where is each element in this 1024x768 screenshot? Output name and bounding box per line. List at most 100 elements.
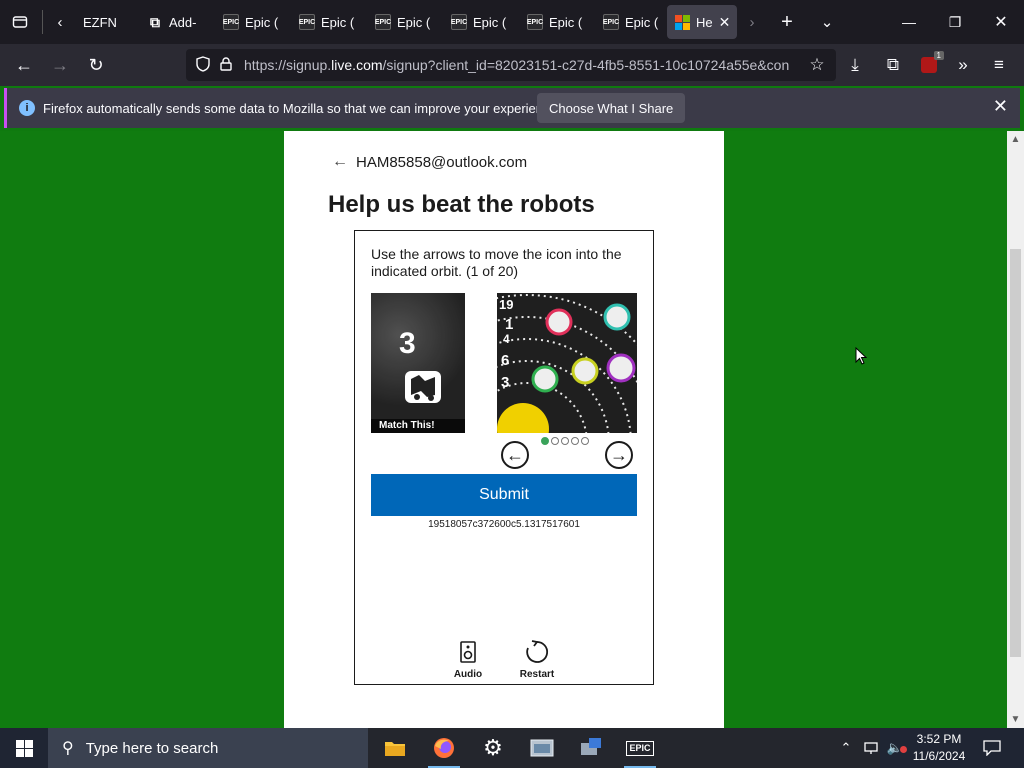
tab-label: Epic ( bbox=[473, 14, 507, 30]
epic-games-icon: EPIC bbox=[603, 14, 619, 30]
progress-dot bbox=[581, 437, 589, 445]
tab-ezfn[interactable]: EZFN bbox=[75, 5, 139, 39]
taskbar-app-window[interactable] bbox=[518, 728, 566, 768]
volume-muted-icon: 🔈 bbox=[887, 740, 908, 756]
captcha-instructions: Use the arrows to move the icon into the… bbox=[371, 246, 622, 279]
firefox-view-button[interactable] bbox=[0, 0, 40, 44]
epic-games-icon: EPIC bbox=[527, 14, 543, 30]
close-window-button[interactable]: ✕ bbox=[978, 0, 1024, 44]
start-button[interactable] bbox=[0, 728, 48, 768]
info-icon: i bbox=[19, 100, 35, 116]
reload-button[interactable]: ↻ bbox=[78, 49, 114, 81]
tab-epic-4[interactable]: EPIC Epic ( bbox=[443, 5, 519, 39]
epic-games-icon: EPIC bbox=[375, 14, 391, 30]
tab-epic-6[interactable]: EPIC Epic ( bbox=[595, 5, 665, 39]
speaker-icon bbox=[438, 639, 498, 665]
choose-what-i-share-button[interactable]: Choose What I Share bbox=[537, 93, 686, 123]
tab-label: Add- bbox=[169, 14, 197, 30]
tab-divider bbox=[42, 10, 43, 34]
page-background: ← HAM85858@outlook.com Help us beat the … bbox=[0, 131, 1024, 728]
taskbar-file-explorer[interactable] bbox=[371, 728, 419, 768]
signup-card: ← HAM85858@outlook.com Help us beat the … bbox=[284, 131, 724, 728]
taskbar-firefox[interactable] bbox=[420, 728, 468, 768]
page-scrollbar[interactable]: ▲ ▼ bbox=[1007, 131, 1024, 728]
notifications-button[interactable] bbox=[978, 728, 1006, 768]
forward-button[interactable]: → bbox=[42, 49, 78, 81]
audio-button[interactable]: Audio bbox=[438, 639, 498, 680]
more-tools-button[interactable]: » bbox=[946, 49, 980, 81]
orbit-number-label: 19 bbox=[499, 297, 513, 312]
email-back-row[interactable]: ← HAM85858@outlook.com bbox=[332, 153, 527, 171]
progress-dot bbox=[541, 437, 549, 445]
tab-epic-1[interactable]: EPIC Epic ( bbox=[215, 5, 291, 39]
scroll-down-icon[interactable]: ▼ bbox=[1007, 711, 1024, 728]
bookmark-star-button[interactable]: ☆ bbox=[800, 49, 834, 81]
orbit-icon bbox=[571, 357, 599, 385]
extensions-button[interactable]: ⧉ bbox=[876, 49, 910, 81]
minimize-icon: — bbox=[902, 14, 916, 30]
minimize-button[interactable]: — bbox=[886, 0, 932, 44]
taskbar-app-tool[interactable] bbox=[567, 728, 615, 768]
tab-epic-3[interactable]: EPIC Epic ( bbox=[367, 5, 443, 39]
orbit-puzzle-svg: 19 1 4 6 3 bbox=[497, 294, 637, 433]
taskbar-search-box[interactable]: ⚲ Type here to search bbox=[48, 728, 368, 768]
downloads-button[interactable]: ⤓ bbox=[838, 49, 872, 81]
audio-label: Audio bbox=[453, 669, 483, 680]
url-text[interactable]: https://signup.live.com/signup?client_id… bbox=[244, 57, 794, 73]
navigation-toolbar: ← → ↻ https://signup.live.com/signup?cli… bbox=[0, 44, 1024, 86]
restart-button[interactable]: Restart bbox=[507, 639, 567, 680]
tab-addons[interactable]: ⧉ Add- bbox=[139, 5, 215, 39]
scroll-tabs-left-button[interactable]: ‹ bbox=[45, 0, 75, 44]
list-all-tabs-button[interactable]: ⌄ bbox=[807, 0, 847, 44]
progress-dot bbox=[551, 437, 559, 445]
tab-epic-5[interactable]: EPIC Epic ( bbox=[519, 5, 595, 39]
next-arrow-button[interactable]: → bbox=[605, 441, 633, 469]
taskbar-clock[interactable]: 3:52 PM 11/6/2024 bbox=[905, 731, 973, 765]
taskbar-settings[interactable]: ⚙ bbox=[469, 728, 517, 768]
close-notification-icon[interactable]: ✕ bbox=[993, 96, 1008, 117]
windows-logo-icon bbox=[15, 739, 33, 757]
epic-games-icon: EPIC bbox=[451, 14, 467, 30]
back-button[interactable]: ← bbox=[6, 49, 42, 81]
url-host: live.com bbox=[331, 57, 383, 73]
network-tray-button[interactable] bbox=[860, 728, 882, 768]
plus-icon: + bbox=[781, 10, 793, 33]
orbit-number-label: 3 bbox=[501, 374, 509, 391]
account-email: HAM85858@outlook.com bbox=[356, 153, 528, 171]
tab-epic-2[interactable]: EPIC Epic ( bbox=[291, 5, 367, 39]
shield-icon[interactable] bbox=[196, 55, 220, 75]
new-tab-button[interactable]: + bbox=[767, 0, 807, 44]
taskbar-epic-games[interactable]: EPIC bbox=[616, 728, 664, 768]
epic-games-icon: EPIC bbox=[223, 14, 239, 30]
notification-speech-icon bbox=[983, 740, 1001, 756]
notification-message: Firefox automatically sends some data to… bbox=[43, 100, 561, 116]
submit-button[interactable]: Submit bbox=[371, 474, 637, 516]
search-placeholder: Type here to search bbox=[85, 739, 219, 757]
match-icon-glyph bbox=[405, 371, 441, 403]
show-hidden-icons-button[interactable]: ⌃ bbox=[836, 728, 856, 768]
close-tab-icon[interactable]: ✕ bbox=[719, 14, 731, 31]
scrollbar-thumb[interactable] bbox=[1010, 249, 1021, 657]
orbit-icon bbox=[603, 303, 631, 331]
chevron-down-icon: ⌄ bbox=[820, 14, 834, 31]
restart-label: Restart bbox=[519, 669, 555, 680]
url-bar[interactable]: https://signup.live.com/signup?client_id… bbox=[186, 49, 836, 81]
progress-dot bbox=[571, 437, 579, 445]
previous-arrow-button[interactable]: ← bbox=[501, 441, 529, 469]
epic-games-icon: EPIC bbox=[626, 740, 654, 756]
ublock-extension-button[interactable]: 1 bbox=[912, 49, 946, 81]
orbit-puzzle-image: 19 1 4 6 3 bbox=[497, 293, 637, 433]
back-arrow-icon[interactable]: ← bbox=[332, 153, 348, 171]
restore-button[interactable]: ❐ bbox=[932, 0, 978, 44]
scroll-up-icon[interactable]: ▲ bbox=[1007, 131, 1024, 148]
scroll-tabs-right-button[interactable]: › bbox=[737, 0, 767, 44]
lock-icon[interactable] bbox=[220, 56, 244, 74]
tab-help-us-active[interactable]: He ✕ bbox=[667, 5, 737, 39]
tab-label: Epic ( bbox=[321, 14, 355, 30]
app-menu-button[interactable]: ≡ bbox=[982, 49, 1016, 81]
volume-tray-button[interactable]: 🔈 bbox=[884, 728, 908, 768]
tab-label: Epic ( bbox=[245, 14, 279, 30]
arrow-right-icon: → bbox=[610, 444, 628, 465]
page-title: Help us beat the robots bbox=[328, 191, 595, 218]
clock-date: 11/6/2024 bbox=[912, 749, 966, 763]
